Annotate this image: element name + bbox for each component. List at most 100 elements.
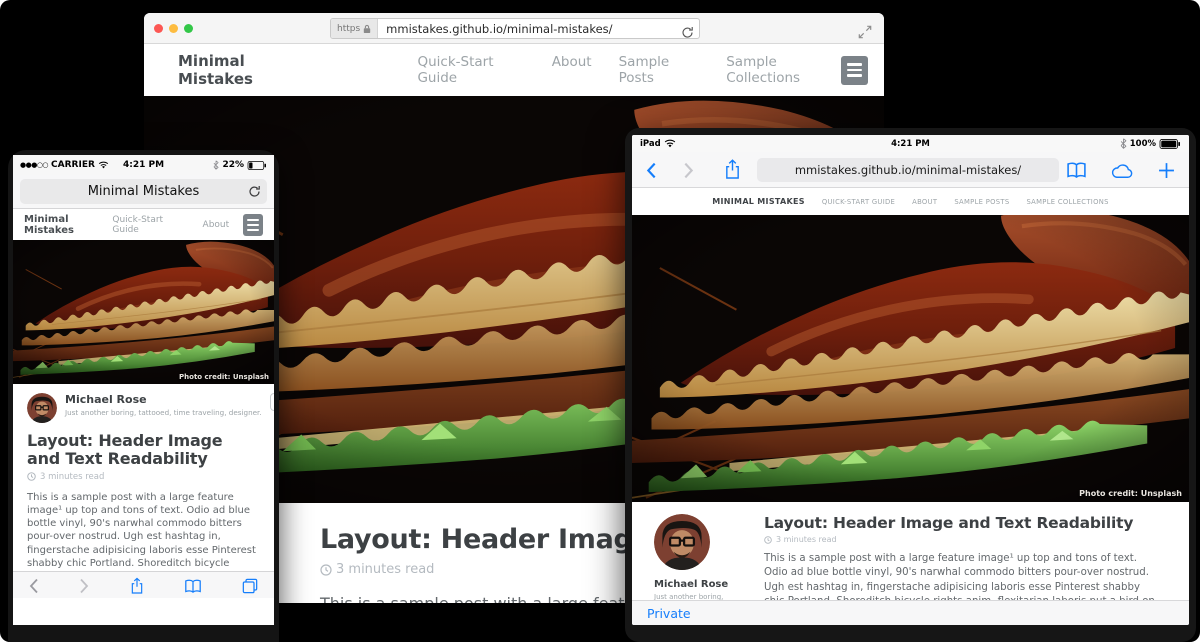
site-title-link[interactable]: Minimal Mistakes bbox=[178, 52, 313, 88]
share-icon bbox=[724, 159, 741, 180]
address-bar[interactable]: https mmistakes.github.io/minimal-mistak… bbox=[330, 18, 700, 39]
post-title: Layout: Header Image and Text Readabilit… bbox=[27, 432, 260, 468]
refresh-button[interactable] bbox=[681, 22, 694, 39]
url-text: Minimal Mistakes bbox=[88, 184, 200, 199]
ipad-address-bar[interactable]: mmistakes.github.io/minimal-mistakes/ bbox=[757, 158, 1059, 182]
back-button[interactable] bbox=[29, 576, 39, 595]
author-name: Michael Rose bbox=[654, 579, 740, 590]
bookmarks-button[interactable] bbox=[184, 576, 202, 595]
nav-link-sample-collections[interactable]: SAMPLE COLLECTIONS bbox=[1026, 198, 1108, 206]
book-icon bbox=[1066, 162, 1087, 179]
status-right: 22% bbox=[213, 160, 267, 170]
refresh-icon bbox=[248, 185, 261, 198]
ipad-status-bar: iPad 4:21 PM 100% bbox=[632, 135, 1189, 152]
author-bio: Just another boring, tattooed, bbox=[654, 593, 740, 600]
site-nav: Quick-Start Guide About Sample Posts Sam… bbox=[417, 54, 841, 86]
post-body: This is a sample post with a large featu… bbox=[764, 552, 1163, 600]
https-badge: https bbox=[331, 19, 378, 38]
avatar bbox=[654, 514, 710, 570]
nav-link-about[interactable]: ABOUT bbox=[912, 198, 937, 206]
site-title-link[interactable]: MINIMAL MISTAKES bbox=[712, 197, 805, 206]
battery-percent: 100% bbox=[1130, 139, 1156, 149]
post-meta: 3 minutes read bbox=[27, 472, 260, 482]
nav-link-sample-posts[interactable]: SAMPLE POSTS bbox=[954, 198, 1009, 206]
header-image: Photo credit: Unsplash bbox=[632, 215, 1189, 502]
safari-toolbar: mmistakes.github.io/minimal-mistakes/ bbox=[632, 152, 1189, 188]
protocol-label: https bbox=[337, 24, 360, 34]
nav-link-about[interactable]: About bbox=[203, 220, 230, 230]
chevron-left-icon bbox=[646, 162, 657, 179]
tabs-button[interactable] bbox=[242, 576, 258, 595]
forward-button[interactable] bbox=[79, 576, 89, 595]
close-window-button[interactable] bbox=[154, 24, 163, 33]
share-button[interactable] bbox=[724, 159, 741, 180]
post-meta: 3 minutes read bbox=[764, 535, 1163, 544]
site-masthead: Minimal Mistakes Quick-Start Guide About bbox=[13, 209, 274, 240]
composite-canvas: https mmistakes.github.io/minimal-mistak… bbox=[0, 0, 1200, 642]
icloud-tabs-button[interactable] bbox=[1111, 160, 1134, 179]
forward-button[interactable] bbox=[683, 160, 694, 179]
read-time: 3 minutes read bbox=[776, 535, 837, 544]
share-icon bbox=[130, 577, 144, 595]
nav-link-quick-start[interactable]: Quick-Start Guide bbox=[112, 215, 184, 235]
menu-toggle-button[interactable] bbox=[243, 214, 263, 236]
iphone-device: ●●●○○ CARRIER 4:21 PM 22% Minimal Mistak… bbox=[8, 150, 279, 642]
status-right: 100% bbox=[1120, 138, 1181, 149]
share-button[interactable] bbox=[130, 575, 144, 595]
site-title-link[interactable]: Minimal Mistakes bbox=[24, 214, 112, 236]
leaves-photo bbox=[632, 215, 1189, 502]
avatar-photo bbox=[654, 514, 710, 570]
author-sidebar: Michael Rose Just another boring, tattoo… bbox=[654, 514, 740, 600]
clock-icon bbox=[320, 564, 332, 576]
safari-toolbar: Minimal Mistakes bbox=[13, 175, 274, 209]
nav-link-quick-start[interactable]: QUICK-START GUIDE bbox=[822, 198, 895, 206]
avatar-photo bbox=[27, 393, 57, 423]
site-masthead: Minimal Mistakes Quick-Start Guide About… bbox=[144, 44, 884, 96]
ipad-device: iPad 4:21 PM 100% bbox=[625, 128, 1196, 642]
fullscreen-icon bbox=[858, 25, 872, 39]
chevron-right-icon bbox=[683, 162, 694, 179]
bluetooth-icon bbox=[213, 160, 219, 170]
read-time: 3 minutes read bbox=[336, 562, 434, 577]
leaves-photo bbox=[13, 240, 274, 384]
new-tab-button[interactable] bbox=[1158, 160, 1175, 179]
iphone-address-bar[interactable]: Minimal Mistakes bbox=[20, 179, 267, 204]
clock-icon bbox=[764, 536, 772, 544]
lock-icon bbox=[363, 24, 371, 34]
url-text: mmistakes.github.io/minimal-mistakes/ bbox=[795, 163, 1021, 177]
post-content: Michael Rose Just another boring, tattoo… bbox=[632, 502, 1189, 600]
iphone-screen: ●●●○○ CARRIER 4:21 PM 22% Minimal Mistak… bbox=[13, 155, 274, 625]
author-bio: Just another boring, tattooed, time trav… bbox=[65, 408, 262, 417]
author-info: Michael Rose Just another boring, tattoo… bbox=[65, 393, 262, 417]
menu-toggle-button[interactable] bbox=[841, 56, 868, 85]
bluetooth-icon bbox=[1120, 138, 1127, 149]
nav-link-sample-posts[interactable]: Sample Posts bbox=[619, 54, 700, 86]
book-icon bbox=[184, 579, 202, 594]
battery-icon bbox=[1159, 139, 1181, 149]
plus-icon bbox=[1158, 162, 1175, 179]
zoom-window-button[interactable] bbox=[184, 24, 193, 33]
author-block: Michael Rose Just another boring, tattoo… bbox=[27, 393, 260, 423]
post-title: Layout: Header Image and Text Readabilit… bbox=[764, 514, 1163, 532]
iphone-status-bar: ●●●○○ CARRIER 4:21 PM 22% bbox=[13, 155, 274, 175]
refresh-button[interactable] bbox=[248, 184, 261, 199]
minimize-window-button[interactable] bbox=[169, 24, 178, 33]
back-button[interactable] bbox=[646, 160, 657, 179]
browser-chrome: https mmistakes.github.io/minimal-mistak… bbox=[144, 13, 884, 44]
follow-button[interactable]: Follow bbox=[270, 393, 274, 411]
safari-bottom-toolbar bbox=[13, 571, 274, 598]
read-time: 3 minutes read bbox=[40, 472, 104, 482]
ipad-screen: iPad 4:21 PM 100% bbox=[632, 135, 1189, 625]
clock-icon bbox=[27, 472, 36, 481]
bookmarks-button[interactable] bbox=[1066, 160, 1087, 179]
refresh-icon bbox=[681, 26, 694, 39]
chevron-left-icon bbox=[29, 578, 39, 594]
photo-credit: Photo credit: Unsplash bbox=[1079, 489, 1182, 498]
url-text: mmistakes.github.io/minimal-mistakes/ bbox=[386, 22, 612, 36]
nav-link-sample-collections[interactable]: Sample Collections bbox=[726, 54, 841, 86]
fullscreen-button[interactable] bbox=[858, 21, 872, 40]
tabs-icon bbox=[242, 578, 258, 594]
nav-link-quick-start[interactable]: Quick-Start Guide bbox=[417, 54, 524, 86]
nav-link-about[interactable]: About bbox=[552, 54, 592, 86]
private-button[interactable]: Private bbox=[647, 606, 691, 621]
